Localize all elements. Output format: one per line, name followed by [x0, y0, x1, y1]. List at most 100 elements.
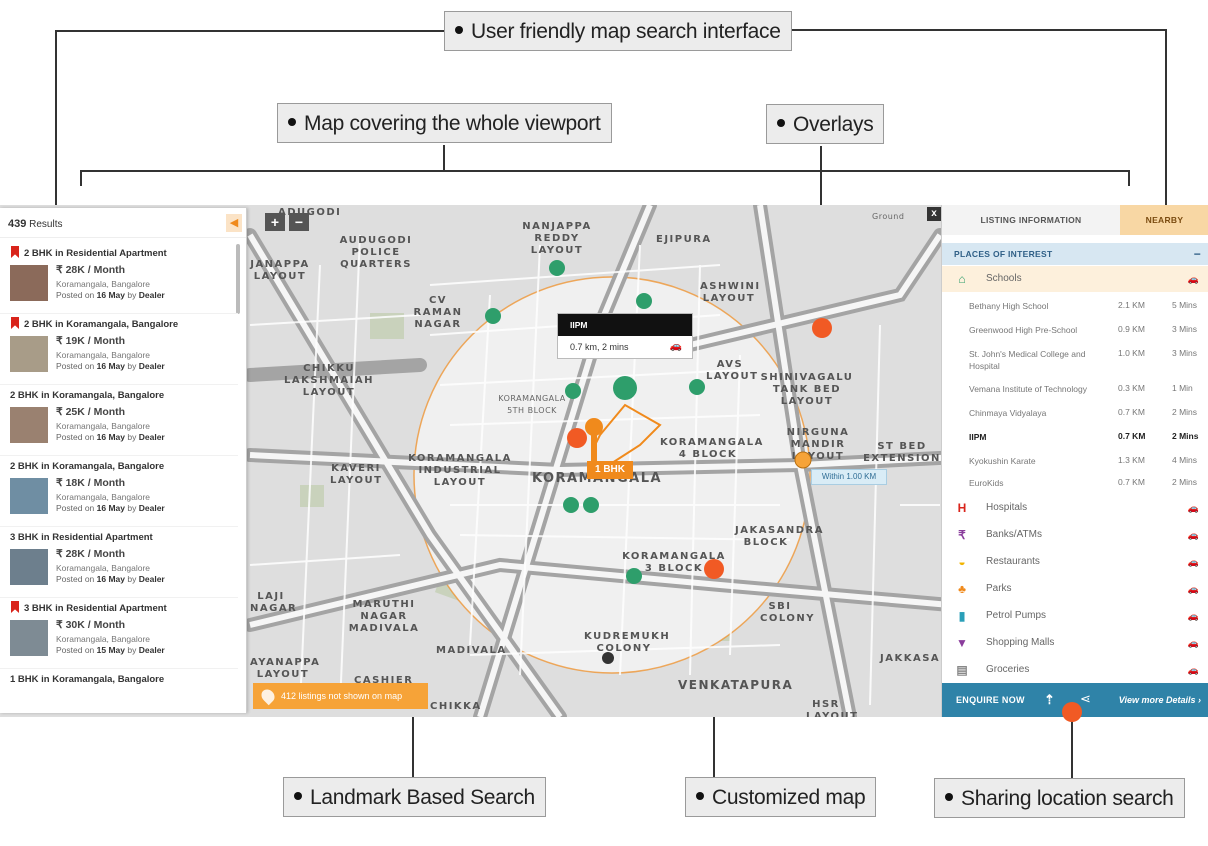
car-icon: 🚗: [669, 341, 682, 352]
callout-sharing-location: Sharing location search: [934, 778, 1185, 818]
listing-title[interactable]: 2 BHK in Koramangala, Bangalore: [24, 319, 178, 330]
map-label: JAKKASA: [880, 653, 941, 664]
listing-title[interactable]: 3 BHK in Residential Apartment: [24, 603, 167, 614]
zoom-in-button[interactable]: +: [265, 213, 285, 231]
listing-posted: Posted on 16 May by Dealer: [56, 503, 165, 513]
school-time: 3 Mins: [1172, 348, 1198, 358]
listing-posted: Posted on 15 May by Dealer: [56, 645, 165, 655]
zoom-out-button[interactable]: −: [289, 213, 309, 231]
listing-location: Koramangala, Bangalore: [56, 279, 151, 289]
category-label: Hospitals: [986, 502, 1028, 513]
connector-line: [80, 170, 82, 186]
map-label: Ground: [872, 212, 905, 221]
school-distance: 1.3 KM: [1118, 455, 1145, 465]
listing-item[interactable]: 2 BHK in Koramangala, Bangalore ₹ 25K / M…: [0, 386, 238, 456]
category-hospitals[interactable]: H Hospitals 🚗: [942, 495, 1208, 521]
map-label: MARUTHI NAGAR MADIVALA: [348, 599, 420, 634]
callout-overlays: Overlays: [766, 104, 885, 144]
listing-price: ₹ 19K / Month: [56, 335, 126, 347]
tab-nearby[interactable]: NEARBY: [1120, 205, 1208, 235]
listing-title[interactable]: 2 BHK in Koramangala, Bangalore: [10, 461, 164, 472]
customized-marker-dot: [704, 559, 724, 579]
school-name: EuroKids: [969, 478, 1004, 488]
results-count-label: Results: [29, 219, 63, 230]
map-label: CHIKKU LAKSHMAIAH LAYOUT: [284, 363, 374, 398]
map-label: JAKASANDRA BLOCK: [735, 525, 824, 548]
listing-item[interactable]: 2 BHK in Residential Apartment ₹ 28K / Mo…: [0, 244, 238, 314]
listing-title[interactable]: 1 BHK in Koramangala, Bangalore: [10, 674, 164, 685]
callout-map-viewport: Map covering the whole viewport: [277, 103, 612, 143]
category-restaurants[interactable]: ◒ Restaurants 🚗: [942, 549, 1208, 575]
school-name: Bethany High School: [969, 301, 1049, 311]
map-close-button[interactable]: x: [927, 207, 941, 221]
listing-thumbnail[interactable]: [10, 478, 48, 514]
connector-line: [443, 145, 445, 171]
map-pin-icon: [258, 686, 278, 706]
property-pin-label[interactable]: 1 BHK: [587, 461, 633, 479]
map-label: HSR LAYOUT: [806, 699, 859, 717]
map-label: AYANAPPA LAYOUT: [250, 657, 321, 680]
listing-price: ₹ 30K / Month: [56, 619, 126, 631]
map-label: CV RAMAN NAGAR: [413, 295, 463, 330]
school-distance: 0.7 KM: [1118, 477, 1145, 487]
category-banks-atms[interactable]: ₹ Banks/ATMs 🚗: [942, 522, 1208, 548]
listing-thumbnail[interactable]: [10, 336, 48, 372]
listings-not-shown-pill[interactable]: 412 listings not shown on map: [253, 683, 428, 709]
view-more-details-link[interactable]: View more Details ›: [1119, 683, 1201, 717]
tab-listing-information[interactable]: LISTING INFORMATION: [942, 205, 1120, 235]
connector-line: [770, 29, 1167, 31]
car-icon: 🚗: [1187, 503, 1199, 513]
school-name: Kyokushin Karate: [969, 456, 1036, 466]
school-name: IIPM: [969, 432, 987, 442]
bookmark-icon[interactable]: [11, 601, 19, 613]
category-parks[interactable]: ♣ Parks 🚗: [942, 576, 1208, 602]
listing-location: Koramangala, Bangalore: [56, 563, 151, 573]
listing-location: Koramangala, Bangalore: [56, 634, 151, 644]
bank-icon: ₹: [958, 528, 966, 542]
car-icon: 🚗: [1187, 665, 1199, 675]
category-label: Groceries: [986, 664, 1030, 675]
listing-thumbnail[interactable]: [10, 407, 48, 443]
listing-price: ₹ 25K / Month: [56, 406, 126, 418]
map-label: ASHWINI LAYOUT: [700, 281, 761, 304]
listing-thumbnail[interactable]: [10, 265, 48, 301]
connector-line: [1165, 29, 1167, 209]
directions-icon[interactable]: ⇡: [1044, 692, 1055, 708]
car-icon: 🚗: [1187, 638, 1199, 648]
info-panel: LISTING INFORMATION NEARBY PLACES OF INT…: [941, 205, 1208, 717]
category-schools[interactable]: ⌂ Schools 🚗: [942, 266, 1208, 292]
listing-thumbnail[interactable]: [10, 620, 48, 656]
listing-thumbnail[interactable]: [10, 549, 48, 585]
bookmark-icon[interactable]: [11, 317, 19, 329]
map-label: AVS LAYOUT: [706, 359, 759, 382]
map-label: LAJI NAGAR: [250, 591, 298, 614]
listing-item[interactable]: 3 BHK in Residential Apartment ₹ 28K / Mo…: [0, 528, 238, 598]
listing-item[interactable]: 1 BHK in Koramangala, Bangalore: [0, 670, 238, 713]
category-groceries[interactable]: ▤ Groceries 🚗: [942, 657, 1208, 683]
collapse-section-icon[interactable]: −: [1194, 243, 1201, 265]
connector-line: [1128, 170, 1130, 186]
map-label: KORAMANGALA 4 BLOCK: [660, 437, 764, 460]
landmark-marker-dot: [567, 428, 587, 448]
map-label: NIRGUNA MANDIR LAYOUT: [786, 427, 850, 462]
bookmark-icon[interactable]: [11, 246, 19, 258]
listing-item[interactable]: 2 BHK in Koramangala, Bangalore ₹ 19K / M…: [0, 315, 238, 385]
places-of-interest-header[interactable]: PLACES OF INTEREST −: [942, 243, 1208, 265]
listing-item[interactable]: 3 BHK in Residential Apartment ₹ 30K / Mo…: [0, 599, 238, 669]
listing-price: ₹ 28K / Month: [56, 548, 126, 560]
listing-item[interactable]: 2 BHK in Koramangala, Bangalore ₹ 18K / M…: [0, 457, 238, 527]
school-name: Chinmaya Vidyalaya: [969, 408, 1047, 418]
listing-title[interactable]: 2 BHK in Residential Apartment: [24, 248, 167, 259]
listing-title[interactable]: 3 BHK in Residential Apartment: [10, 532, 153, 543]
category-petrol-pumps[interactable]: ▮ Petrol Pumps 🚗: [942, 603, 1208, 629]
share-icon[interactable]: ⋖: [1080, 691, 1091, 707]
listing-posted: Posted on 16 May by Dealer: [56, 432, 165, 442]
enquire-now-button[interactable]: ENQUIRE NOW: [956, 683, 1025, 717]
listing-title[interactable]: 2 BHK in Koramangala, Bangalore: [10, 390, 164, 401]
school-time: 1 Min: [1172, 383, 1193, 393]
map-label: NANJAPPA REDDY LAYOUT: [522, 221, 592, 256]
category-shopping-malls[interactable]: ▼ Shopping Malls 🚗: [942, 630, 1208, 656]
connector-line: [55, 30, 57, 210]
map-label: CHIKKA: [430, 701, 482, 712]
collapse-panel-button[interactable]: ◀: [226, 214, 242, 232]
